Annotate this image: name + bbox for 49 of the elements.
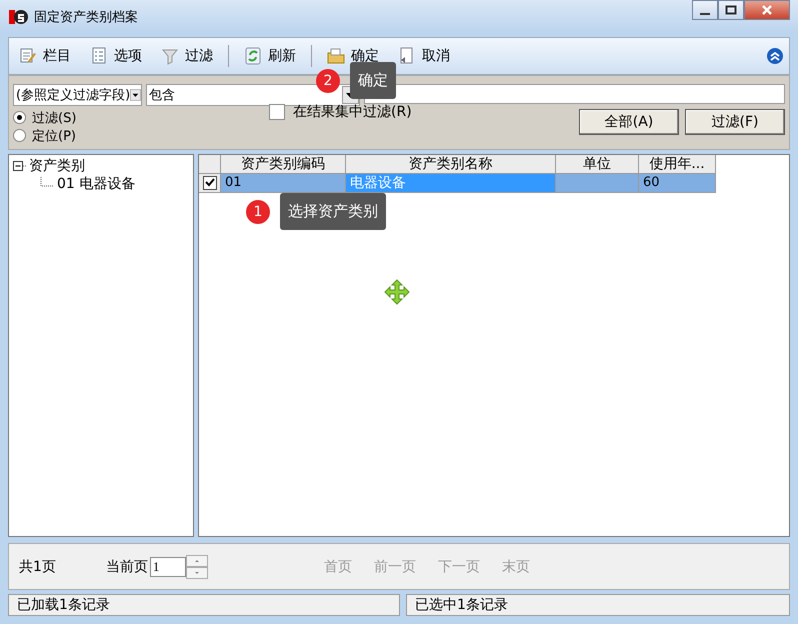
tooltip: 确定	[350, 62, 396, 99]
minimize-icon	[700, 13, 710, 15]
dropdown[interactable]: 包含	[146, 84, 360, 106]
close-icon	[761, 5, 773, 15]
tree-item[interactable]: 资产类别	[29, 156, 85, 175]
pencil-icon	[19, 47, 37, 66]
status-text: 已加载1条记录	[8, 594, 400, 616]
page-input-field[interactable]: 1	[150, 556, 186, 577]
row-checkbox[interactable]	[202, 176, 216, 190]
table-cell: 01	[221, 174, 346, 193]
radio-icon[interactable]	[13, 129, 26, 142]
column-header[interactable]: 资产类别编码	[221, 154, 346, 174]
checkmark-icon	[204, 178, 214, 188]
refresh-icon	[244, 47, 262, 66]
tooltip: 选择资产类别	[280, 193, 386, 230]
maximize-icon	[725, 5, 737, 15]
column-header[interactable]: 资产类别名称	[346, 154, 556, 174]
radio-option[interactable]: 定位(P)	[13, 126, 269, 145]
status-text: 已选中1条记录	[406, 594, 790, 616]
collapse-icon[interactable]	[767, 48, 783, 64]
app-logo-icon	[8, 8, 28, 26]
table-cell: 60	[639, 174, 716, 193]
toolbar-button[interactable]: 取消	[394, 45, 454, 68]
maximize-button[interactable]	[718, 0, 744, 20]
folder-icon	[327, 47, 345, 66]
collapse-node-icon[interactable]	[13, 160, 27, 172]
checkbox[interactable]	[269, 104, 285, 120]
dropdown[interactable]: (参照定义过滤字段)	[13, 84, 142, 106]
close-button[interactable]	[744, 0, 790, 20]
toolbar-button[interactable]: 过滤	[157, 45, 217, 68]
filter-button[interactable]: 全部(A)	[579, 108, 679, 135]
radio-option[interactable]: 过滤(S)	[13, 108, 269, 127]
filter-button[interactable]: 过滤(F)	[685, 108, 785, 135]
tree-item[interactable]: 01 电器设备	[57, 174, 136, 193]
move-cursor-icon	[384, 278, 410, 305]
current-page-label: 当前页	[106, 558, 148, 576]
toolbar-button[interactable]: 刷新	[240, 45, 300, 68]
spinner-icon[interactable]	[186, 554, 208, 579]
minimize-button[interactable]	[692, 0, 718, 20]
toolbar-button[interactable]: 栏目	[15, 45, 75, 68]
table-cell: 电器设备	[346, 174, 556, 193]
radio-icon[interactable]	[13, 111, 26, 124]
column-header[interactable]: 使用年...	[639, 154, 716, 174]
page-count: 共1页	[19, 558, 56, 576]
window-title: 固定资产类别档案	[34, 8, 138, 26]
toolbar-button[interactable]: 选项	[86, 45, 146, 68]
list-icon	[90, 47, 108, 66]
filter-icon	[161, 47, 179, 66]
column-header[interactable]: 单位	[556, 154, 639, 174]
